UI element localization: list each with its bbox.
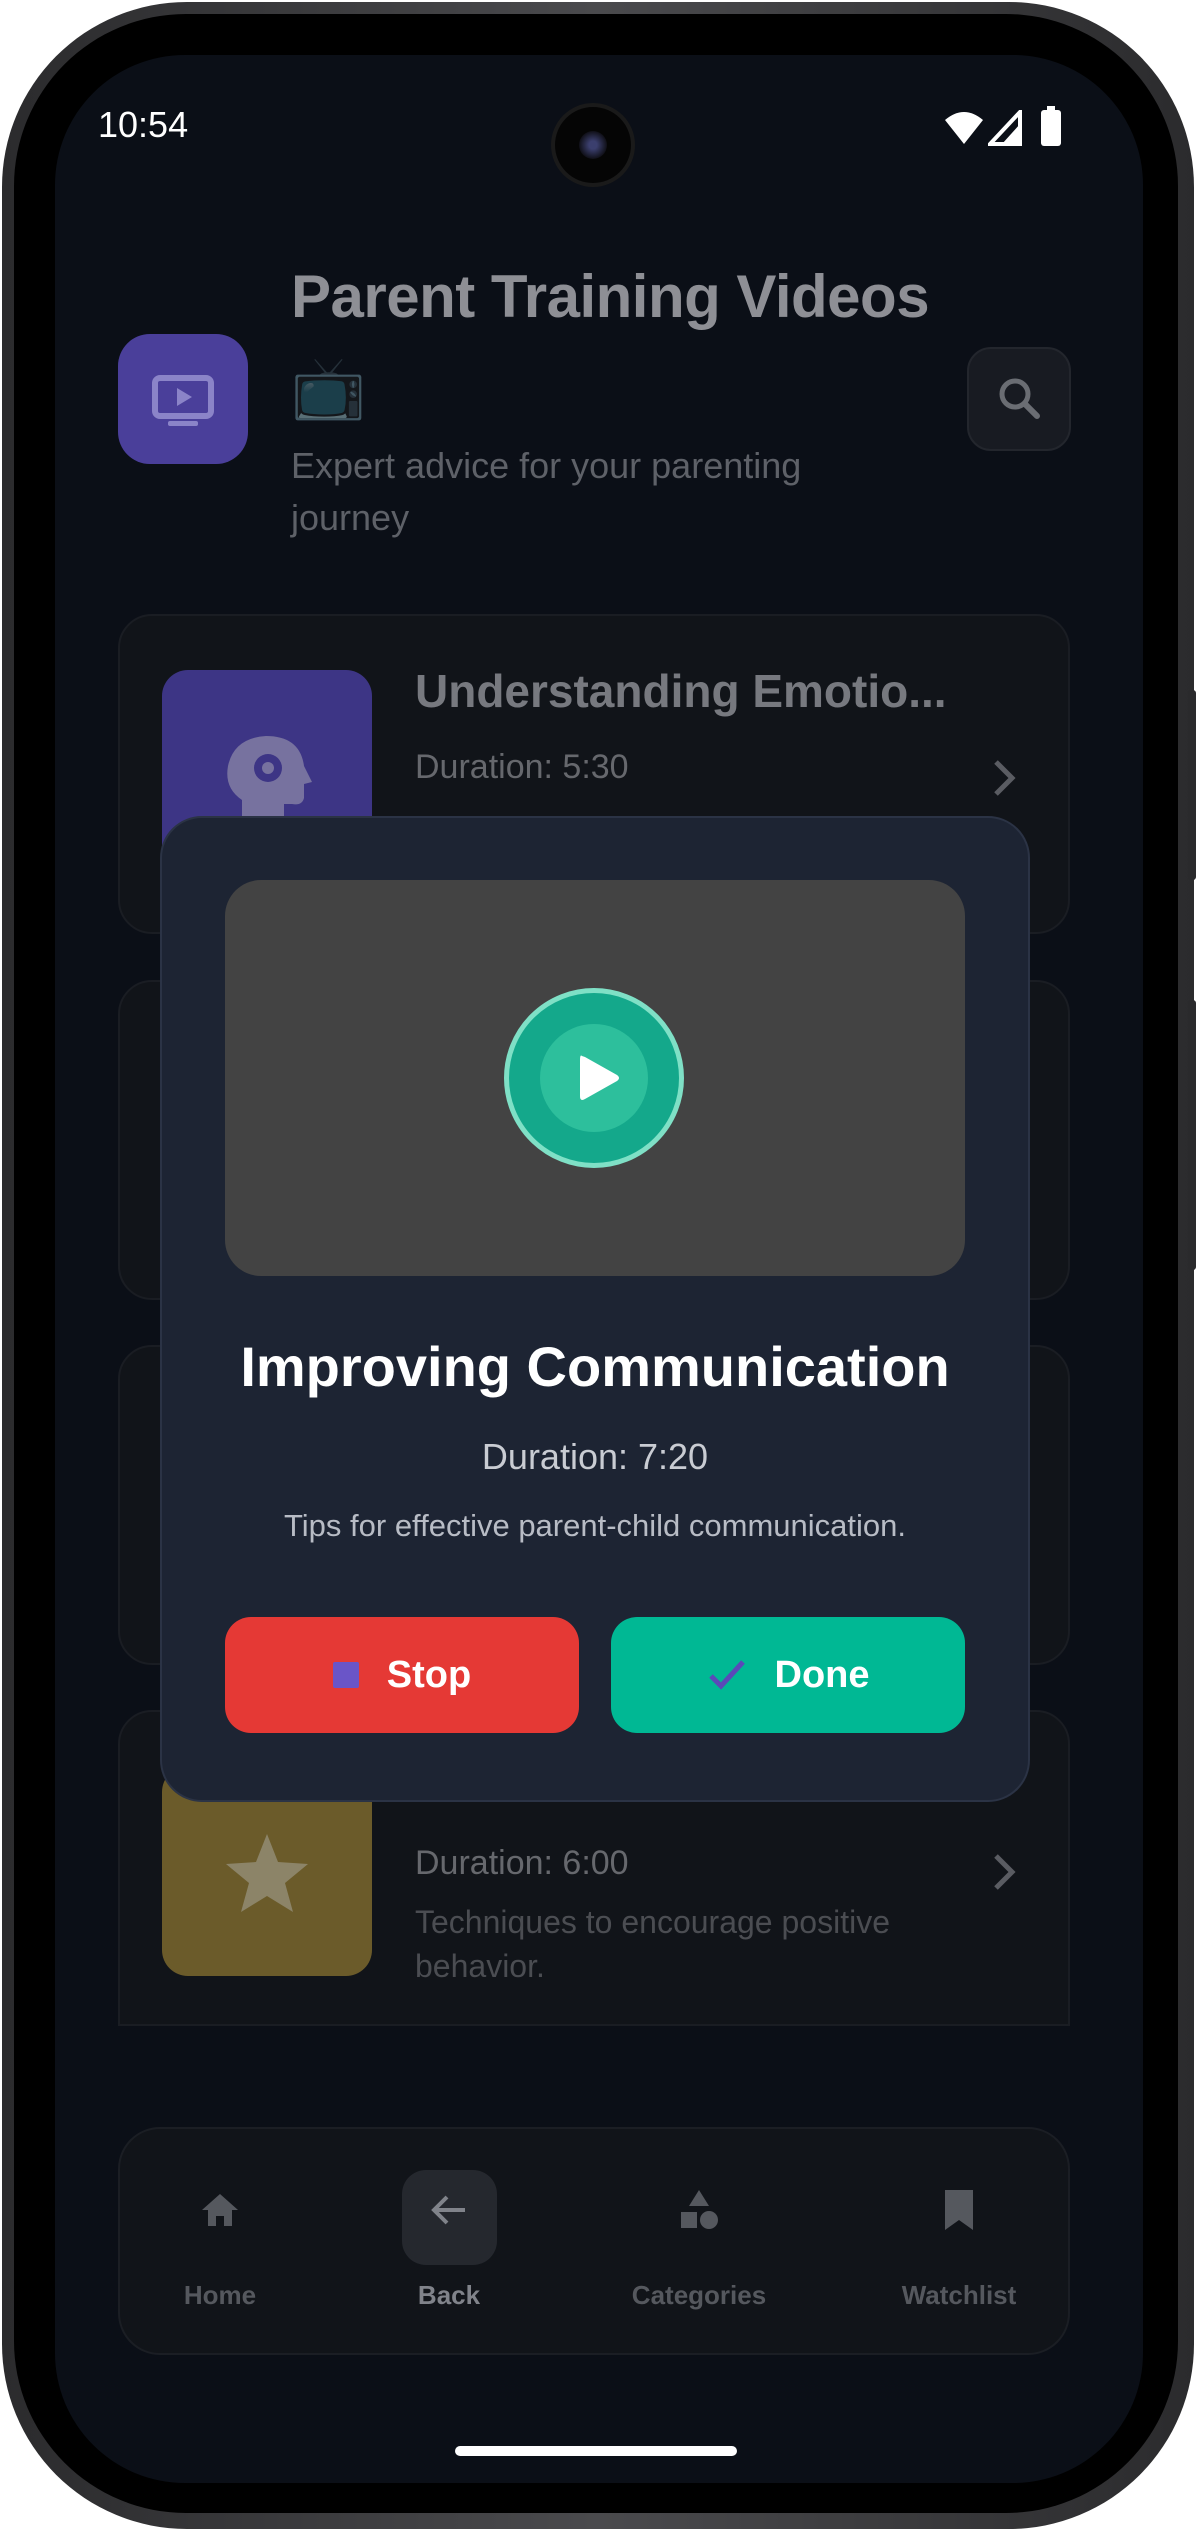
tv-play-icon [152, 375, 214, 426]
power-button [1188, 1000, 1196, 1270]
search-icon [999, 378, 1040, 419]
play-icon [580, 1055, 619, 1100]
home-indicator[interactable] [455, 2446, 737, 2456]
status-time: 10:54 [98, 104, 189, 145]
chevron-right-icon [994, 1854, 1016, 1890]
bookmark-icon [945, 2190, 973, 2230]
nav-label: Categories [631, 2280, 767, 2310]
arrow-left-icon [431, 2195, 465, 2225]
nav-label: Home [183, 2280, 257, 2310]
stop-icon [332, 1662, 359, 1688]
video-duration: Duration: 6:00 [415, 1844, 629, 1882]
page-subtitle: Expert advice for your parenting journey [291, 445, 802, 538]
checkmark-icon [708, 1660, 745, 1690]
signal-icon [988, 110, 1022, 146]
chevron-right-icon [994, 760, 1016, 796]
search-button[interactable] [967, 347, 1071, 451]
front-camera [555, 107, 631, 183]
battery-icon [1041, 106, 1061, 146]
app-icon [118, 334, 248, 464]
shapes-icon [681, 2190, 718, 2229]
nav-item-categories[interactable]: Categories [599, 2190, 799, 2330]
home-icon [202, 2194, 238, 2226]
video-description: Techniques to encourage positive behavio… [415, 1904, 890, 1984]
modal-duration: Duration: 7:20 [481, 1436, 709, 1477]
title-emoji: 📺 [291, 354, 366, 421]
done-label: Done [774, 1653, 870, 1696]
nav-item-home[interactable]: Home [120, 2190, 320, 2330]
stop-button[interactable]: Stop [225, 1617, 579, 1733]
wifi-icon [945, 112, 983, 144]
nav-label: Watchlist [901, 2280, 1017, 2310]
video-title: Understanding Emotio... [415, 665, 947, 717]
volume-button [1188, 690, 1196, 880]
done-button[interactable]: Done [611, 1617, 965, 1733]
page-title: Parent Training Videos [291, 263, 930, 330]
modal-description: Tips for effective parent-child communic… [284, 1508, 906, 1543]
nav-item-watchlist[interactable]: Watchlist [859, 2190, 1059, 2330]
modal-title: Improving Communication [240, 1335, 950, 1398]
stop-label: Stop [386, 1653, 472, 1696]
video-duration: Duration: 5:30 [415, 748, 629, 786]
nav-item-back[interactable]: Back [349, 2190, 549, 2330]
nav-label: Back [417, 2280, 481, 2310]
